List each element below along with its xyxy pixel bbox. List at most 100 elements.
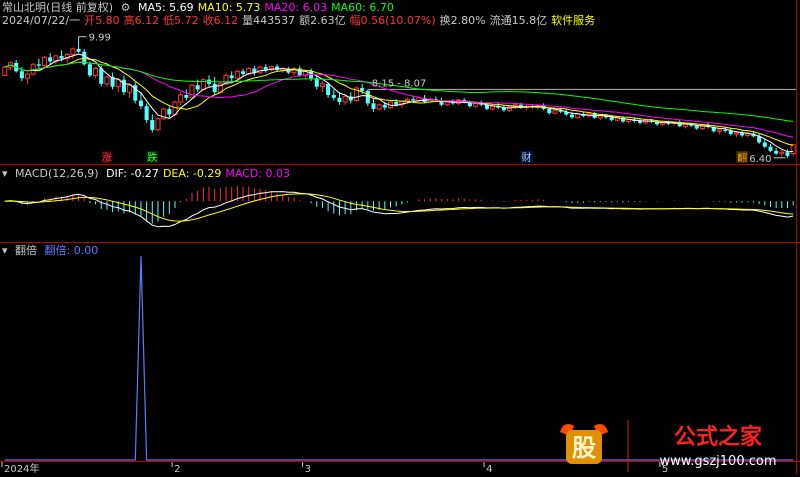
- ma-legend-item: MA60: 6.70: [331, 1, 394, 14]
- dea-line: [4, 193, 794, 222]
- candle-body: [144, 106, 149, 121]
- quote-info-item: 幅0.56(10.07%): [349, 14, 436, 27]
- candle-body: [24, 73, 31, 79]
- candle-body: [785, 152, 790, 156]
- candle-body: [774, 150, 779, 154]
- candle-body: [229, 75, 234, 79]
- kline-chart: 9.998.15 - 8.076.40涨跌财翻2024年 2 3 4 5: [0, 0, 800, 474]
- candle-body: [716, 129, 722, 132]
- ma-legend-item: MA10: 5.73: [197, 1, 261, 14]
- candle-body: [779, 151, 785, 155]
- ma-legend-item: MA5: 5.69: [137, 1, 194, 14]
- candle-body: [376, 104, 382, 110]
- ma10-line: [4, 57, 794, 146]
- candle-body: [93, 67, 99, 76]
- candle-body: [212, 83, 217, 93]
- macd-header: ▾ MACD(12,26,9) DIF: -0.27 DEA: -0.29 MACD…: [2, 167, 298, 180]
- x-axis-tick-label: 2: [174, 464, 180, 474]
- chart-header-row: 常山北明(日线 前复权) ⚙ MA5: 5.69 MA10: 5.73 MA20: …: [2, 1, 402, 14]
- candle-body: [178, 94, 184, 103]
- quote-info-item: 换2.80%: [439, 14, 486, 27]
- ma20-line: [4, 61, 794, 138]
- candle-body: [411, 99, 416, 101]
- indicator-collapse-icon[interactable]: ▾: [2, 244, 8, 257]
- macd-title[interactable]: MACD(12,26,9): [15, 167, 99, 180]
- indicator-title[interactable]: 翻倍: [15, 244, 37, 257]
- candle-body: [241, 71, 246, 75]
- candle-body: [597, 115, 603, 119]
- quote-info-item: 高6.12: [123, 14, 160, 27]
- candle-body: [547, 108, 552, 114]
- macd-values: DIF: -0.27 DEA: -0.29 MACD: 0.03: [106, 167, 294, 180]
- dif-line: [4, 191, 794, 228]
- candle-body: [360, 88, 365, 91]
- candle-body: [507, 106, 513, 111]
- candle-body: [87, 64, 92, 76]
- candle-body: [768, 146, 773, 151]
- candle-body: [42, 56, 48, 67]
- settings-gear-icon[interactable]: ⚙: [121, 1, 131, 14]
- quote-info-item: 额2.63亿: [299, 14, 346, 27]
- candle-body: [138, 100, 143, 107]
- macd-value: MACD: 0.03: [225, 167, 291, 180]
- x-axis-tick-label: 3: [305, 464, 311, 474]
- candle-body: [337, 97, 342, 102]
- candle-body: [490, 105, 496, 110]
- candle-body: [70, 48, 76, 56]
- quote-info-item: 量443537: [242, 14, 296, 27]
- candle-body: [638, 120, 643, 123]
- price-high-label: 9.99: [89, 33, 111, 44]
- candle-body: [609, 117, 614, 121]
- x-axis-tick-label: 4: [486, 464, 492, 474]
- watermark-logo-text: 股: [572, 434, 596, 462]
- quote-info-item: 流通15.8亿: [489, 14, 548, 27]
- candle-body: [694, 125, 699, 129]
- stock-title[interactable]: 常山北明(日线 前复权): [2, 1, 113, 14]
- quote-info-item: 低5.72: [163, 14, 199, 27]
- macd-value: DEA: -0.29: [162, 167, 222, 180]
- quote-info-row: 2024/07/22/一 开5.80 高6.12 低5.72 收6.12 量443537 额…: [2, 14, 599, 27]
- candle-body: [394, 101, 399, 105]
- candle-body: [2, 66, 8, 76]
- candle-body: [331, 95, 336, 98]
- ma-legend: MA5: 5.69 MA10: 5.73 MA20: 6.03 MA60: 6.70: [138, 1, 398, 14]
- candle-body: [365, 90, 370, 104]
- candle-body: [473, 102, 479, 107]
- quote-info-item: 开5.80: [84, 14, 120, 27]
- macd-collapse-icon[interactable]: ▾: [2, 167, 8, 180]
- candle-body: [660, 122, 666, 125]
- quote-info-item: 收6.12: [202, 14, 239, 27]
- candle-body: [342, 95, 348, 103]
- watermark-url: www.gszj100.com: [659, 454, 776, 469]
- candle-body: [575, 113, 581, 118]
- range-note-label: 8.15 - 8.07: [372, 78, 427, 89]
- candle-body: [167, 108, 172, 115]
- candle-body: [48, 57, 53, 62]
- candle-body: [319, 83, 325, 88]
- candle-body: [121, 79, 126, 93]
- candle-body: [19, 71, 24, 79]
- candle-body: [326, 83, 331, 95]
- candle-body: [552, 109, 558, 114]
- candle-body: [682, 123, 688, 127]
- candle-body: [59, 55, 64, 59]
- candle-body: [127, 84, 133, 93]
- quote-info-item: 2024/07/22/一: [2, 14, 81, 27]
- candle-body: [382, 104, 387, 108]
- event-marker-cai: 财: [522, 151, 532, 164]
- candle-body: [371, 103, 376, 109]
- candle-body: [790, 144, 796, 155]
- ma-legend-item: MA20: 6.03: [264, 1, 328, 14]
- candle-body: [257, 66, 263, 74]
- candle-body: [150, 120, 155, 130]
- macd-value: DIF: -0.27: [106, 167, 159, 180]
- quote-info-item: 软件服务: [551, 14, 596, 27]
- event-marker-die: 跌: [147, 151, 157, 164]
- event-marker-end: 翻: [737, 152, 747, 164]
- candle-body: [36, 64, 41, 66]
- candle-body: [76, 48, 81, 52]
- x-axis-tick-label: 2024年: [4, 462, 39, 474]
- candle-body: [184, 95, 189, 98]
- candle-body: [263, 67, 268, 70]
- price-low-label: 6.40: [749, 154, 771, 165]
